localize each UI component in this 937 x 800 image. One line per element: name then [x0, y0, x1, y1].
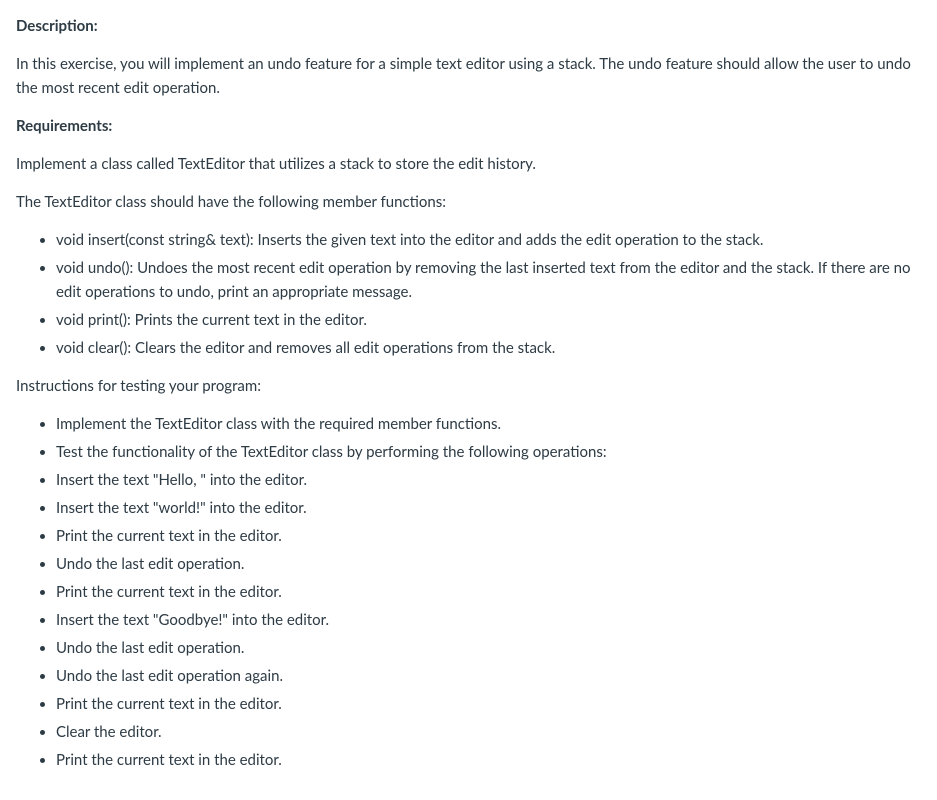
list-item: Insert the text "Hello, " into the edito… — [56, 468, 921, 492]
list-item: void insert(const string& text): Inserts… — [56, 228, 921, 252]
list-item: void clear(): Clears the editor and remo… — [56, 336, 921, 360]
list-item: Test the functionality of the TextEditor… — [56, 440, 921, 464]
list-item: Print the current text in the editor. — [56, 692, 921, 716]
list-item: Insert the text "Goodbye!" into the edit… — [56, 608, 921, 632]
list-item: Print the current text in the editor. — [56, 580, 921, 604]
requirements-intro: Implement a class called TextEditor that… — [16, 152, 921, 176]
list-item: Print the current text in the editor. — [56, 748, 921, 772]
list-item: Clear the editor. — [56, 720, 921, 744]
list-item: Undo the last edit operation. — [56, 552, 921, 576]
list-item: void undo(): Undoes the most recent edit… — [56, 256, 921, 304]
instructions-list: Implement the TextEditor class with the … — [16, 412, 921, 772]
description-text: In this exercise, you will implement an … — [16, 52, 921, 100]
list-item: Insert the text "world!" into the editor… — [56, 496, 921, 520]
list-item: Undo the last edit operation again. — [56, 664, 921, 688]
member-functions-list: void insert(const string& text): Inserts… — [16, 228, 921, 360]
list-item: Implement the TextEditor class with the … — [56, 412, 921, 436]
list-item: Undo the last edit operation. — [56, 636, 921, 660]
requirements-subintro: The TextEditor class should have the fol… — [16, 190, 921, 214]
list-item: Print the current text in the editor. — [56, 524, 921, 548]
requirements-heading: Requirements: — [16, 114, 921, 138]
instructions-heading: Instructions for testing your program: — [16, 374, 921, 398]
description-heading: Description: — [16, 14, 921, 38]
list-item: void print(): Prints the current text in… — [56, 308, 921, 332]
